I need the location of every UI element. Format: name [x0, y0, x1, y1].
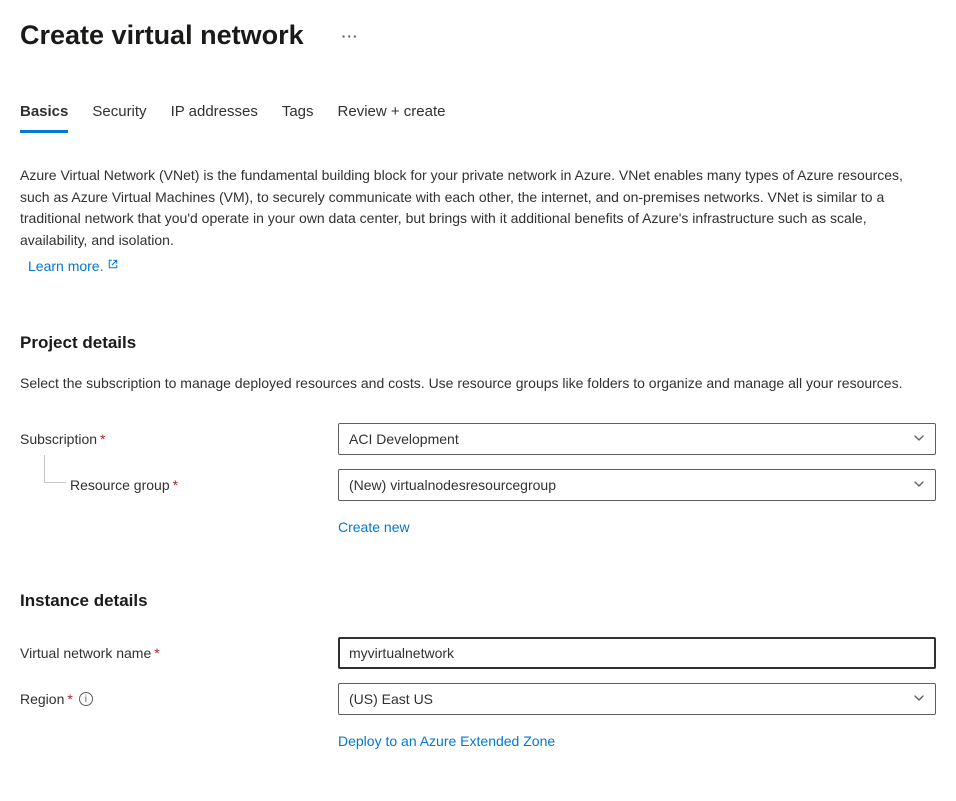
resource-group-row: Resource group * (New) virtualnodesresou…: [20, 469, 936, 501]
subscription-value: ACI Development: [349, 431, 459, 447]
more-icon[interactable]: ···: [342, 28, 359, 44]
external-link-icon: [107, 257, 119, 276]
intro-description: Azure Virtual Network (VNet) is the fund…: [20, 167, 903, 248]
required-indicator: *: [173, 477, 178, 493]
required-indicator: *: [67, 691, 72, 707]
vnet-name-label-text: Virtual network name: [20, 645, 151, 661]
subscription-row: Subscription * ACI Development: [20, 423, 936, 455]
page-title-text: Create virtual network: [20, 20, 304, 51]
learn-more-link[interactable]: Learn more.: [28, 256, 119, 278]
create-new-row: Create new: [20, 511, 936, 535]
create-new-link[interactable]: Create new: [338, 519, 410, 535]
spacer: [20, 511, 338, 535]
deploy-extended-row: Deploy to an Azure Extended Zone: [20, 725, 936, 749]
chevron-down-icon: [913, 691, 925, 707]
info-icon[interactable]: i: [79, 692, 93, 706]
region-value: (US) East US: [349, 691, 433, 707]
region-select[interactable]: (US) East US: [338, 683, 936, 715]
region-row: Region * i (US) East US: [20, 683, 936, 715]
chevron-down-icon: [913, 431, 925, 447]
instance-details-heading: Instance details: [20, 591, 936, 611]
resource-group-label: Resource group *: [20, 477, 338, 493]
region-label: Region * i: [20, 691, 338, 707]
vnet-name-row: Virtual network name *: [20, 637, 936, 669]
resource-group-value: (New) virtualnodesresourcegroup: [349, 477, 556, 493]
vnet-name-label: Virtual network name *: [20, 645, 338, 661]
page-title: Create virtual network ···: [20, 20, 936, 51]
vnet-name-input[interactable]: [338, 637, 936, 669]
resource-group-select[interactable]: (New) virtualnodesresourcegroup: [338, 469, 936, 501]
resource-group-label-text: Resource group: [70, 477, 170, 493]
project-details-description: Select the subscription to manage deploy…: [20, 373, 936, 395]
learn-more-text: Learn more.: [28, 256, 103, 278]
tab-ip-addresses[interactable]: IP addresses: [171, 103, 258, 133]
tabs: Basics Security IP addresses Tags Review…: [20, 103, 936, 133]
tree-connector: [44, 455, 66, 483]
chevron-down-icon: [913, 477, 925, 493]
subscription-label: Subscription *: [20, 431, 338, 447]
subscription-select[interactable]: ACI Development: [338, 423, 936, 455]
tab-tags[interactable]: Tags: [282, 103, 314, 133]
subscription-label-text: Subscription: [20, 431, 97, 447]
project-details-heading: Project details: [20, 333, 936, 353]
tab-security[interactable]: Security: [92, 103, 146, 133]
intro-block: Azure Virtual Network (VNet) is the fund…: [20, 165, 936, 277]
tab-basics[interactable]: Basics: [20, 103, 68, 133]
spacer: [20, 725, 338, 749]
tab-review-create[interactable]: Review + create: [338, 103, 446, 133]
required-indicator: *: [154, 645, 159, 661]
required-indicator: *: [100, 431, 105, 447]
region-label-text: Region: [20, 691, 64, 707]
deploy-extended-zone-link[interactable]: Deploy to an Azure Extended Zone: [338, 733, 555, 749]
